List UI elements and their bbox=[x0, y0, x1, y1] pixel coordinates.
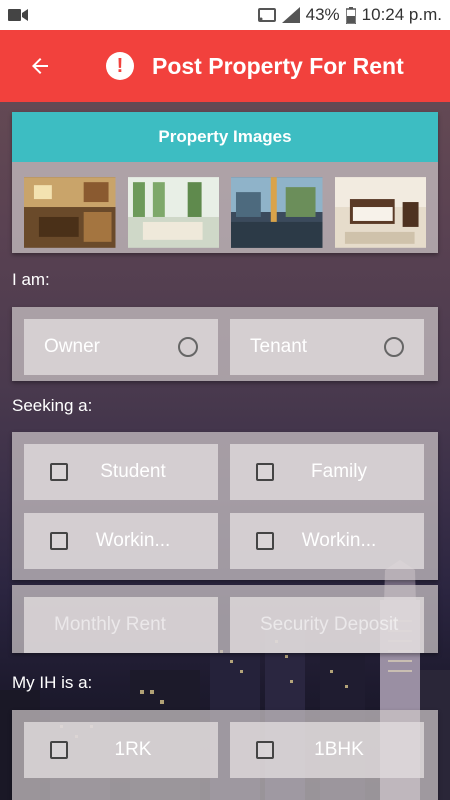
1rk-label: 1RK bbox=[114, 739, 152, 760]
owner-option[interactable]: Owner bbox=[24, 319, 218, 375]
status-left bbox=[8, 8, 258, 22]
alert-icon: ! bbox=[106, 52, 134, 80]
back-arrow-icon bbox=[32, 58, 48, 74]
family-checkbox[interactable] bbox=[256, 463, 274, 481]
battery-icon bbox=[345, 6, 356, 24]
family-label: Family bbox=[311, 461, 367, 482]
page-title: Post Property For Rent bbox=[152, 52, 404, 79]
property-image-strip bbox=[12, 162, 438, 248]
working-checkbox-1[interactable] bbox=[50, 532, 68, 550]
my-ih-card: 1RK 1BHK bbox=[12, 710, 438, 800]
i-am-card: Owner Tenant bbox=[12, 307, 438, 381]
video-camera-icon bbox=[8, 9, 28, 21]
clock: 10:24 p.m. bbox=[361, 5, 442, 24]
seeking-card: Student Family Workin... Workin... bbox=[12, 432, 438, 580]
i-am-label: I am: bbox=[12, 270, 50, 289]
cast-icon bbox=[257, 8, 276, 22]
tenant-radio[interactable] bbox=[384, 337, 404, 357]
tenant-option[interactable]: Tenant bbox=[230, 319, 424, 375]
1rk-option[interactable]: 1RK bbox=[24, 722, 218, 778]
student-option[interactable]: Student bbox=[24, 444, 218, 500]
owner-radio[interactable] bbox=[178, 337, 198, 357]
signal-icon bbox=[281, 7, 300, 23]
my-ih-label: My IH is a: bbox=[12, 673, 93, 692]
monthly-rent-input[interactable]: Monthly Rent bbox=[24, 597, 218, 653]
living-room-image[interactable] bbox=[127, 177, 220, 248]
working-option-2[interactable]: Workin... bbox=[230, 513, 424, 569]
rent-card: Monthly Rent Security Deposit bbox=[12, 585, 438, 653]
1rk-checkbox[interactable] bbox=[50, 741, 68, 759]
seeking-label: Seeking a: bbox=[12, 396, 93, 415]
1bhk-checkbox[interactable] bbox=[256, 741, 274, 759]
working-label-1: Workin... bbox=[95, 530, 171, 551]
tenant-label: Tenant bbox=[250, 336, 308, 357]
family-option[interactable]: Family bbox=[230, 444, 424, 500]
status-bar: 43% 10:24 p.m. bbox=[0, 0, 450, 30]
property-images-card: Property Images bbox=[12, 112, 438, 253]
student-label: Student bbox=[100, 461, 166, 482]
back-button[interactable] bbox=[0, 30, 80, 102]
monthly-rent-placeholder: Monthly Rent bbox=[54, 614, 166, 635]
1bhk-label: 1BHK bbox=[314, 739, 364, 760]
bedroom-image[interactable] bbox=[334, 177, 427, 248]
battery-percent: 43% bbox=[305, 5, 340, 24]
status-right: 43% 10:24 p.m. bbox=[257, 5, 442, 25]
form-content: Property Images I am: Owner Tenant Seeki… bbox=[0, 102, 450, 800]
lobby-image[interactable] bbox=[231, 177, 323, 248]
kitchen-image[interactable] bbox=[24, 177, 116, 248]
student-checkbox[interactable] bbox=[50, 463, 68, 481]
owner-label: Owner bbox=[44, 336, 100, 357]
working-checkbox-2[interactable] bbox=[256, 532, 274, 550]
property-images-header: Property Images bbox=[12, 112, 438, 162]
app-bar: ! Post Property For Rent bbox=[0, 30, 450, 102]
1bhk-option[interactable]: 1BHK bbox=[230, 722, 424, 778]
security-deposit-input[interactable]: Security Deposit bbox=[230, 597, 424, 653]
working-label-2: Workin... bbox=[301, 530, 377, 551]
security-deposit-placeholder: Security Deposit bbox=[260, 614, 399, 635]
working-option-1[interactable]: Workin... bbox=[24, 513, 218, 569]
